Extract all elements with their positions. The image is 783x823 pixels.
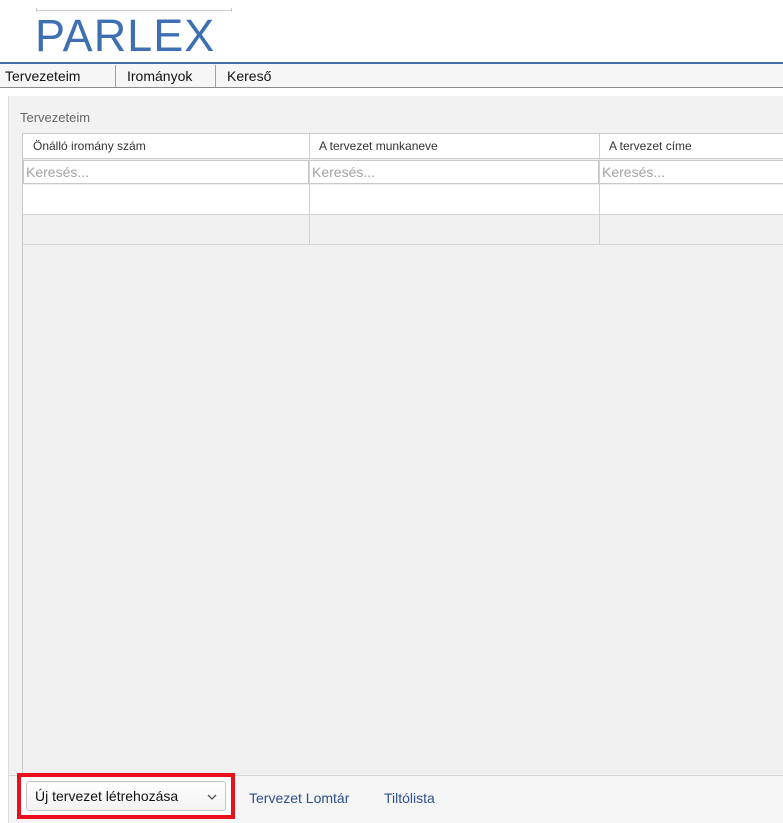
column-divider: [309, 134, 310, 245]
chevron-down-icon: [207, 783, 217, 822]
logo-decoration-tick-right: [231, 8, 232, 12]
new-draft-button-highlight: Új tervezet létrehozása: [17, 773, 235, 819]
table-row[interactable]: [23, 215, 783, 245]
column-divider: [599, 134, 600, 245]
main-panel: Tervezeteim Önálló iromány szám A tervez…: [8, 96, 783, 823]
column-header-munkaneve[interactable]: A tervezet munkaneve: [309, 134, 599, 159]
filter-input-cime[interactable]: [599, 160, 783, 184]
filter-input-iromany-szam[interactable]: [23, 160, 309, 184]
app-logo: PARLEX: [35, 10, 216, 61]
panel-title: Tervezeteim: [20, 110, 91, 125]
link-tiltolista[interactable]: Tiltólista: [384, 790, 435, 806]
filter-input-munkaneve[interactable]: [309, 160, 599, 184]
link-tervezet-lomtar[interactable]: Tervezet Lomtár: [249, 790, 349, 806]
column-header-iromany-szam[interactable]: Önálló iromány szám: [23, 134, 309, 159]
new-draft-dropdown-button[interactable]: Új tervezet létrehozása: [26, 781, 226, 811]
menu-item-tervezeteim[interactable]: Tervezeteim: [5, 66, 80, 86]
menu-bar: Tervezeteim Irományok Kereső: [0, 62, 783, 88]
menu-item-iromanyok[interactable]: Irományok: [127, 66, 192, 86]
new-draft-button-label: Új tervezet létrehozása: [35, 788, 179, 804]
drafts-grid: Önálló iromány szám A tervezet munkaneve…: [22, 133, 783, 776]
column-header-cime[interactable]: A tervezet címe: [599, 134, 783, 159]
header-logo-area: PARLEX: [0, 0, 783, 62]
menu-separator: [115, 65, 116, 87]
menu-separator: [215, 65, 216, 87]
table-row[interactable]: [23, 185, 783, 215]
menu-item-kereso[interactable]: Kereső: [227, 66, 271, 86]
